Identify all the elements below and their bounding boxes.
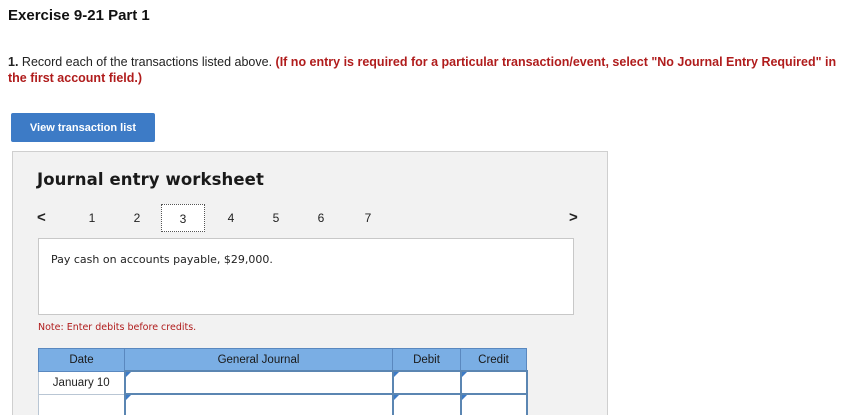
journal-entry-worksheet: Journal entry worksheet < 1 2 3 4 5 6 7 … [12, 151, 608, 415]
chevron-right-icon[interactable]: > [569, 208, 578, 228]
general-journal-header: General Journal [124, 348, 393, 372]
account-field-cell [123, 393, 394, 415]
page-link-2[interactable]: 2 [128, 208, 146, 228]
date-cell [38, 393, 125, 415]
credit-field-cell [459, 370, 528, 395]
table-row [38, 393, 528, 415]
credit-input[interactable] [461, 395, 526, 415]
page-link-6[interactable]: 6 [312, 208, 330, 228]
account-input[interactable] [125, 372, 392, 393]
credit-header: Credit [460, 348, 527, 372]
credit-field-cell [459, 393, 528, 415]
page-link-5[interactable]: 5 [267, 208, 285, 228]
page-link-1[interactable]: 1 [83, 208, 101, 228]
journal-entry-table: Date General Journal Debit Credit Januar… [38, 348, 528, 415]
table-header-row: Date General Journal Debit Credit [38, 348, 527, 372]
debit-input[interactable] [393, 372, 460, 393]
date-header: Date [38, 348, 125, 372]
date-cell: January 10 [38, 370, 125, 395]
transaction-description: Pay cash on accounts payable, $29,000. [51, 253, 273, 266]
account-field-cell [123, 370, 394, 395]
view-transaction-list-button[interactable]: View transaction list [11, 113, 155, 142]
credit-input[interactable] [461, 372, 526, 393]
debit-header: Debit [392, 348, 461, 372]
debit-field-cell [391, 370, 462, 395]
debit-credit-note: Note: Enter debits before credits. [38, 322, 197, 333]
chevron-left-icon[interactable]: < [37, 208, 46, 228]
instruction-text: Record each of the transactions listed a… [18, 55, 276, 69]
instruction-number: 1. [8, 55, 19, 69]
table-row: January 10 [38, 370, 528, 395]
exercise-title: Exercise 9-21 Part 1 [8, 7, 150, 24]
instructions: 1. Record each of the transactions liste… [8, 54, 844, 86]
worksheet-pager: < 1 2 3 4 5 6 7 > [13, 204, 609, 234]
worksheet-title: Journal entry worksheet [37, 170, 264, 189]
page: Exercise 9-21 Part 1 1. Record each of t… [0, 0, 852, 415]
debit-field-cell [391, 393, 462, 415]
debit-input[interactable] [393, 395, 460, 415]
page-link-3-active[interactable]: 3 [161, 204, 205, 232]
account-input[interactable] [125, 395, 392, 415]
page-link-4[interactable]: 4 [222, 208, 240, 228]
transaction-description-box: Pay cash on accounts payable, $29,000. [38, 238, 574, 315]
page-link-7[interactable]: 7 [359, 208, 377, 228]
